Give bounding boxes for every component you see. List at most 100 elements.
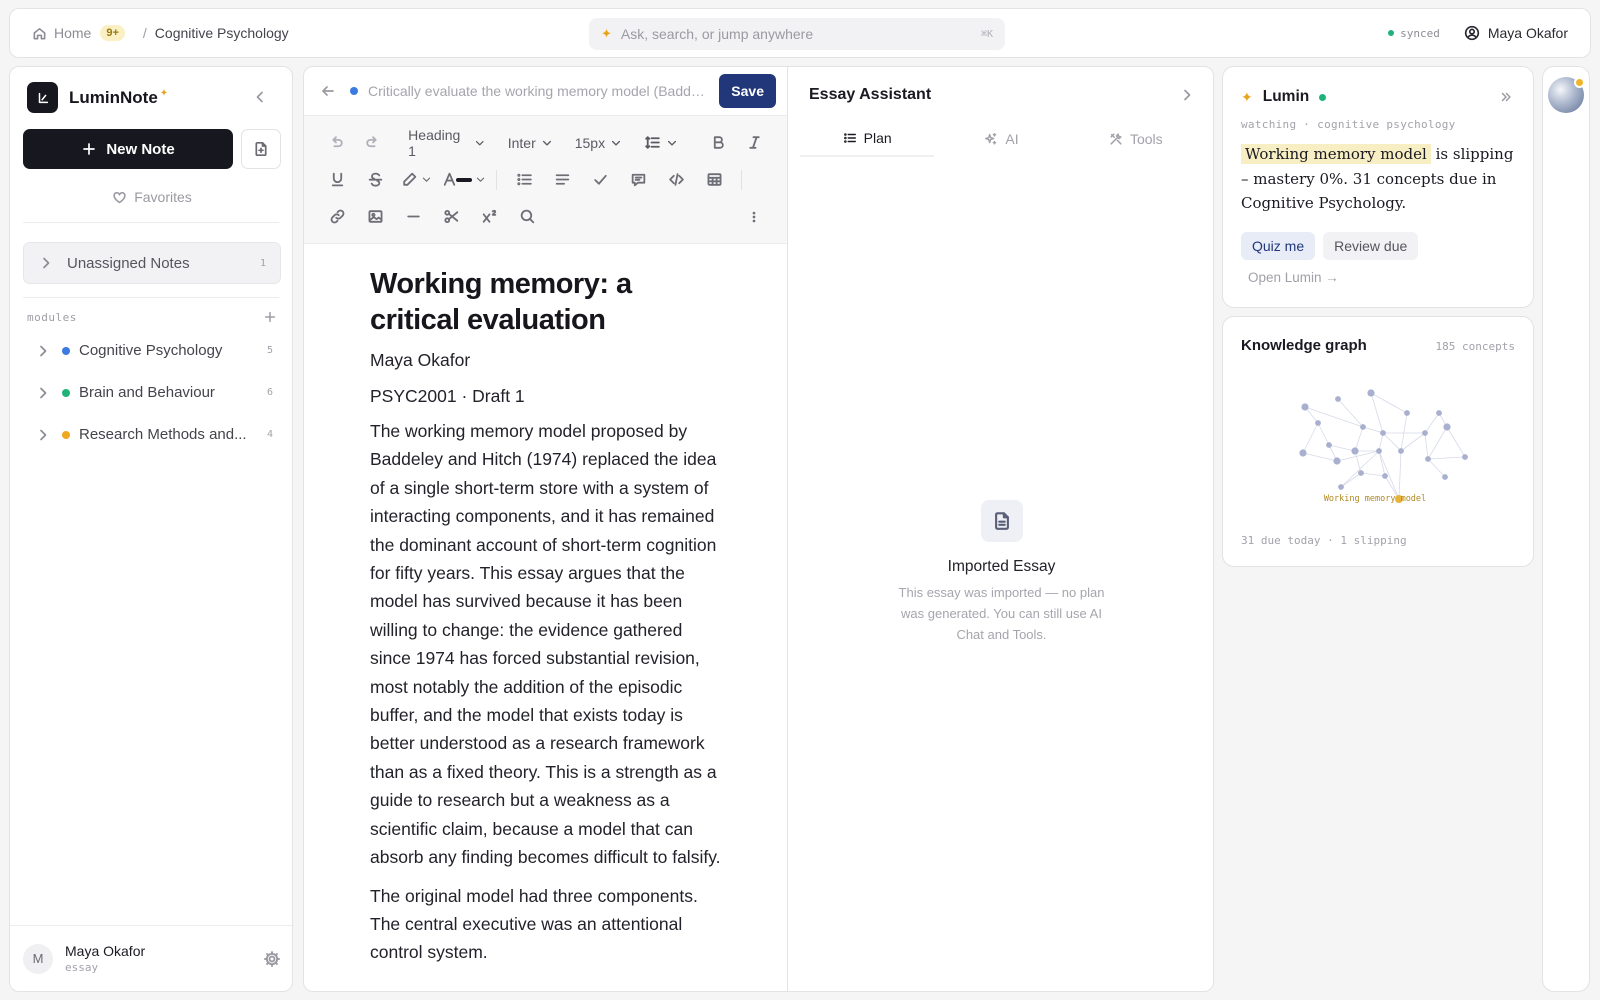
underline-button[interactable] [318, 171, 356, 188]
document-course[interactable]: PSYC2001 · Draft 1 [370, 386, 727, 407]
lumin-highlight[interactable]: Working memory model [1241, 144, 1431, 164]
graph-node[interactable] [1382, 473, 1388, 479]
code-button[interactable] [657, 171, 695, 188]
block-style-select[interactable]: Heading 1 [408, 127, 486, 159]
graph-node[interactable] [1443, 423, 1451, 431]
sidebar-item-module[interactable]: Research Methods and... 4 [35, 426, 273, 443]
collapse-sidebar-button[interactable] [252, 89, 268, 105]
superscript-button[interactable] [470, 208, 508, 225]
graph-node[interactable] [1299, 449, 1307, 457]
breadcrumb-home[interactable]: Home [32, 25, 91, 41]
module-color-dot [62, 388, 70, 397]
graph-edge [1427, 458, 1446, 478]
graph-node[interactable] [1338, 484, 1344, 490]
undo-icon [332, 136, 343, 148]
sidebar-item-module[interactable]: Cognitive Psychology 5 [35, 342, 273, 359]
graph-node[interactable] [1301, 403, 1309, 411]
tab-ai-label: AI [1005, 131, 1019, 147]
image-button[interactable] [356, 208, 394, 225]
graph-node[interactable] [1404, 410, 1410, 416]
user-menu[interactable]: Maya Okafor [1464, 25, 1568, 41]
graph-node[interactable] [1398, 448, 1404, 454]
graph-focus-label: Working memory model [1324, 494, 1426, 504]
sync-status-label: synced [1400, 26, 1440, 40]
find-button[interactable] [508, 208, 546, 225]
more-options-button[interactable] [735, 210, 773, 224]
italic-button[interactable] [737, 134, 773, 151]
back-button[interactable] [320, 83, 336, 99]
chevron-down-icon [542, 140, 551, 146]
cut-button[interactable] [432, 208, 470, 225]
align-button[interactable] [543, 171, 581, 188]
save-button[interactable]: Save [719, 74, 776, 108]
breadcrumb-current[interactable]: Cognitive Psychology [155, 25, 289, 41]
graph-node[interactable] [1360, 424, 1366, 430]
strikethrough-button[interactable] [356, 171, 394, 188]
graph-node[interactable] [1315, 420, 1321, 426]
link-button[interactable] [318, 208, 356, 225]
review-due-button[interactable]: Review due [1323, 232, 1419, 260]
bullet-list-button[interactable] [505, 171, 543, 188]
sidebar-item-unassigned-notes[interactable]: Unassigned Notes 1 [23, 242, 281, 284]
knowledge-graph[interactable]: Working memory model [1243, 377, 1515, 527]
graph-node[interactable] [1351, 447, 1359, 455]
right-rail [1542, 66, 1590, 992]
highlight-color-button[interactable] [394, 171, 438, 188]
graph-node[interactable] [1335, 396, 1341, 402]
undo-button[interactable] [318, 134, 354, 151]
text-color-button[interactable] [438, 171, 488, 188]
graph-node[interactable] [1422, 430, 1428, 436]
graph-node[interactable] [1367, 389, 1375, 397]
superscript-icon [482, 209, 496, 223]
graph-node[interactable] [1425, 456, 1431, 462]
graph-node[interactable] [1376, 448, 1382, 454]
expand-lumin-button[interactable] [1499, 90, 1513, 104]
comment-button[interactable] [619, 171, 657, 188]
graph-node[interactable] [1462, 454, 1468, 460]
graph-node[interactable] [1358, 470, 1364, 476]
graph-node[interactable] [1333, 457, 1341, 465]
more-vertical-icon [752, 211, 756, 222]
code-icon [668, 173, 684, 186]
new-note-button[interactable]: New Note [23, 129, 233, 169]
document-author[interactable]: Maya Okafor [370, 350, 727, 371]
divider-button[interactable] [394, 208, 432, 225]
graph-edge [1446, 426, 1466, 458]
favorites-link[interactable]: Favorites [10, 189, 294, 205]
font-select[interactable]: Inter [508, 135, 553, 151]
avatar[interactable]: M [23, 943, 53, 974]
bold-button[interactable] [700, 134, 736, 151]
open-lumin-link[interactable]: Open Lumin → [1248, 270, 1339, 285]
line-height-select[interactable] [644, 134, 678, 151]
document-paragraph[interactable]: The working memory model proposed by Bad… [370, 417, 727, 872]
graph-node[interactable] [1380, 430, 1386, 436]
sidebar-item-module[interactable]: Brain and Behaviour 6 [35, 384, 273, 401]
notification-dot [1574, 77, 1585, 88]
search-input[interactable]: ✦ Ask, search, or jump anywhere ⌘K [589, 18, 1005, 50]
tab-tools[interactable]: Tools [1069, 121, 1203, 157]
graph-node[interactable] [1442, 474, 1448, 480]
app-brand[interactable]: LuminNote ✦ [27, 82, 168, 113]
sparkle-icon: ✦ [159, 87, 169, 99]
graph-node[interactable] [1436, 410, 1442, 416]
add-module-button[interactable] [263, 310, 277, 324]
document-paragraph[interactable]: The original model had three components.… [370, 882, 727, 967]
document-body[interactable]: Working memory: a critical evaluation Ma… [304, 244, 787, 967]
new-file-button[interactable] [241, 129, 281, 169]
quiz-me-button[interactable]: Quiz me [1241, 232, 1316, 260]
collapse-assistant-button[interactable] [1179, 87, 1195, 103]
document-title[interactable]: Critically evaluate the working memory m… [368, 83, 707, 99]
font-size-select[interactable]: 15px [575, 135, 622, 151]
graph-node[interactable] [1326, 442, 1332, 448]
document-icon [980, 500, 1023, 542]
notification-badge[interactable]: 9+ [100, 25, 125, 41]
checklist-button[interactable] [581, 171, 619, 188]
user-circle-icon [1464, 25, 1480, 41]
settings-button[interactable] [263, 950, 281, 968]
tab-plan[interactable]: Plan [800, 121, 935, 157]
redo-button[interactable] [354, 134, 390, 151]
document-heading[interactable]: Working memory: a critical evaluation [370, 266, 727, 338]
sidebar: LuminNote ✦ New Note Favorites Unassigned… [9, 66, 294, 992]
table-button[interactable] [695, 171, 733, 188]
tab-ai[interactable]: AI [934, 121, 1068, 157]
